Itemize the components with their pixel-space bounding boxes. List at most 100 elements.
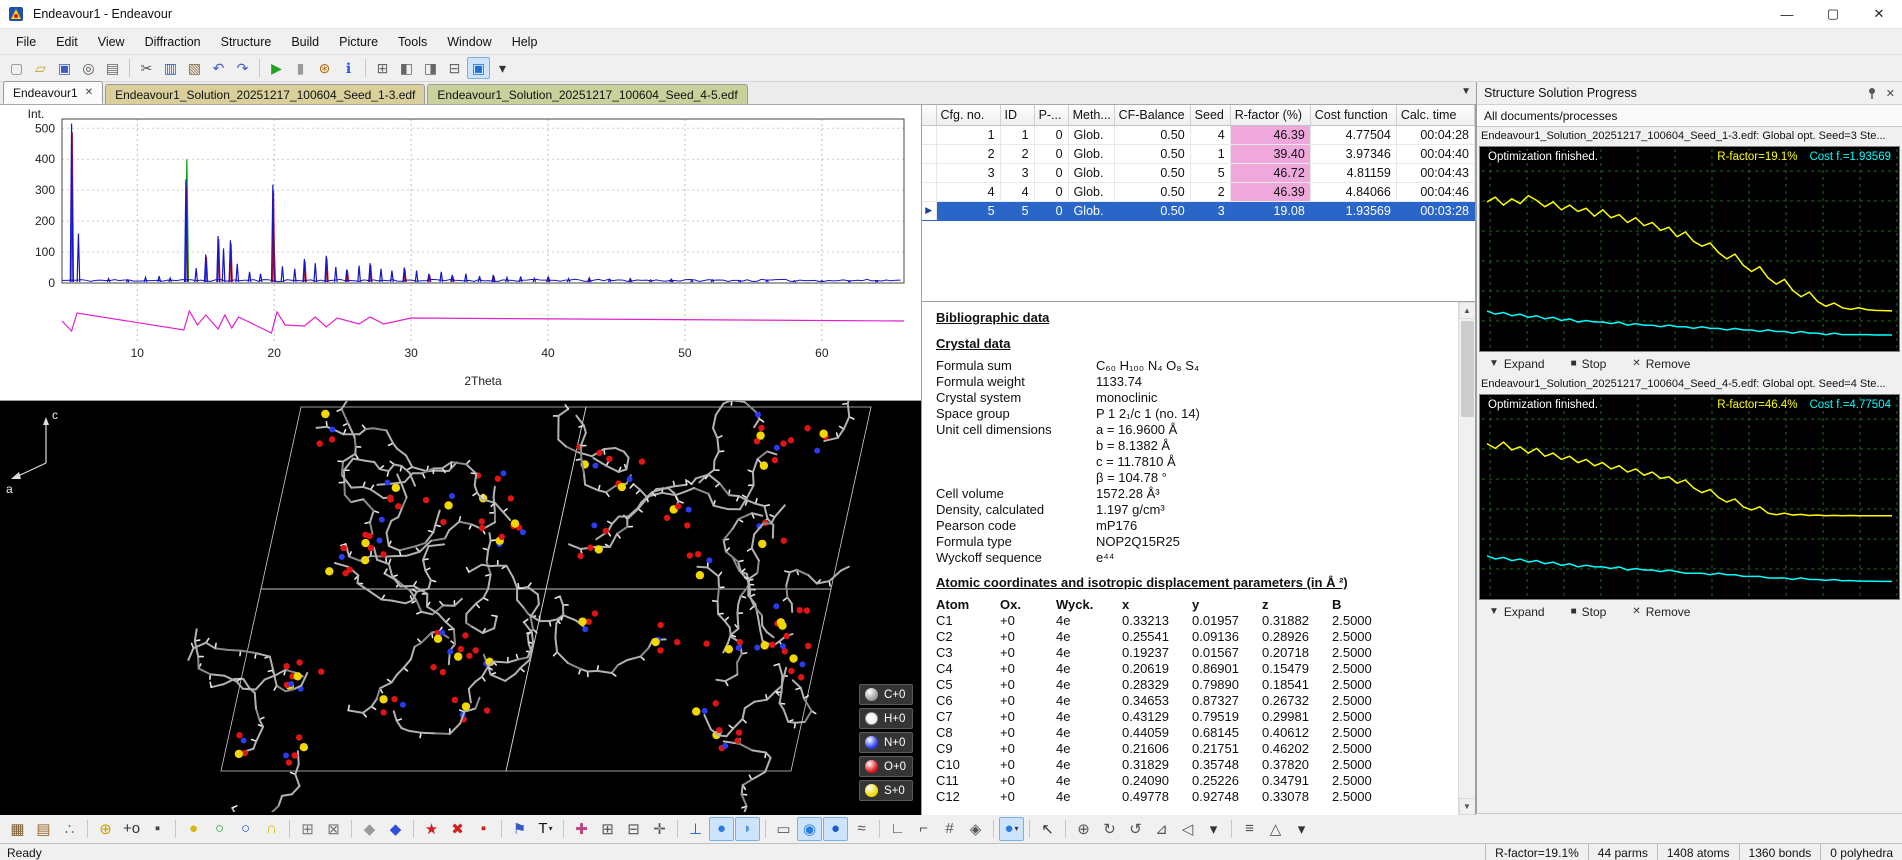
stop-button[interactable]: ■Stop — [1571, 357, 1607, 371]
legend-item-c0[interactable]: C+0 — [859, 684, 913, 705]
add-atom-icon[interactable]: +o — [119, 817, 144, 841]
tab-2[interactable]: Endeavour1_Solution_20251217_100604_Seed… — [427, 84, 747, 104]
find-icon[interactable]: ◎ — [77, 57, 100, 79]
copy-icon[interactable]: ▥ — [159, 57, 182, 79]
corner-icon[interactable]: ⌐ — [911, 817, 936, 841]
draw-options-icon[interactable]: ▾ — [1289, 817, 1314, 841]
scroll-thumb[interactable] — [1461, 321, 1474, 417]
legend-item-n0[interactable]: N+0 — [859, 732, 913, 753]
sphere2-mode-icon[interactable]: ● — [823, 817, 848, 841]
minimize-button[interactable]: — — [1764, 0, 1810, 28]
config-row-2[interactable]: 220Glob.0.50139.403.9734600:04:40 — [922, 144, 1475, 163]
unit-cell-icon[interactable]: ▦ — [5, 817, 30, 841]
polyhedron-icon[interactable]: ◆ — [357, 817, 382, 841]
spray-red-icon[interactable]: ★ — [419, 817, 444, 841]
panel-close-icon[interactable]: ✕ — [1886, 87, 1895, 100]
xrd-plot[interactable]: 1020304050600100200300400500Int.2Theta — [0, 105, 920, 400]
tab-1[interactable]: Endeavour1_Solution_20251217_100604_Seed… — [105, 84, 425, 104]
flag-icon[interactable]: ⚑ — [507, 817, 532, 841]
lattice-icon[interactable]: ⊞ — [295, 817, 320, 841]
maximize-button[interactable]: ▢ — [1810, 0, 1856, 28]
menu-window[interactable]: Window — [437, 31, 501, 53]
axes-icon[interactable]: ⊥ — [683, 817, 708, 841]
target-icon[interactable]: ◈ — [963, 817, 988, 841]
legend-item-h0[interactable]: H+0 — [859, 708, 913, 729]
scroll-down-icon[interactable]: ▼ — [1459, 798, 1476, 815]
circle-mode-icon[interactable]: ◉ — [797, 817, 822, 841]
measure-icon[interactable]: ≡ — [1237, 817, 1262, 841]
config-table[interactable]: Cfg. no.IDP-...Meth...CF-BalanceSeedR-fa… — [922, 105, 1475, 221]
layout-horizontal-icon[interactable]: ◨ — [419, 57, 442, 79]
contract-grid-icon[interactable]: ⊟ — [621, 817, 646, 841]
tab-0[interactable]: Endeavour1✕ — [3, 81, 103, 104]
text-tool-icon[interactable]: T▾ — [533, 817, 558, 841]
config-row-3[interactable]: 330Glob.0.50546.724.8115900:04:43 — [922, 163, 1475, 182]
layout-split-icon[interactable]: ◧ — [395, 57, 418, 79]
bibliographic-scrollbar[interactable]: ▲ ▼ — [1458, 302, 1475, 815]
tab-close-icon[interactable]: ✕ — [85, 87, 93, 98]
print-icon[interactable]: ▤ — [101, 57, 124, 79]
angle-bracket-icon[interactable]: ∟ — [885, 817, 910, 841]
pin-icon[interactable] — [1866, 87, 1878, 99]
packing-icon[interactable]: ▤ — [31, 817, 56, 841]
delete-atom-icon[interactable]: ▪ — [145, 817, 170, 841]
menu-structure[interactable]: Structure — [211, 31, 282, 53]
stop-button[interactable]: ■Stop — [1571, 605, 1607, 619]
close-button[interactable]: ✕ — [1856, 0, 1902, 28]
menu-view[interactable]: View — [88, 31, 135, 53]
constrain-icon[interactable]: ◁ — [1175, 817, 1200, 841]
paste-icon[interactable]: ▧ — [183, 57, 206, 79]
layout-single-icon[interactable]: ⊞ — [371, 57, 394, 79]
pause-icon[interactable]: ▮ — [289, 57, 312, 79]
process-filter-dropdown[interactable]: All documents/processes — [1477, 105, 1902, 127]
hash-icon[interactable]: # — [937, 817, 962, 841]
atom-sphere-icon[interactable]: ● — [181, 817, 206, 841]
pointer-icon[interactable]: ↖ — [1035, 817, 1060, 841]
menu-build[interactable]: Build — [281, 31, 329, 53]
expand-grid-icon[interactable]: ⊞ — [595, 817, 620, 841]
waves-icon[interactable]: ≈ — [849, 817, 874, 841]
rotate-cw-icon[interactable]: ↻ — [1097, 817, 1122, 841]
config-row-1[interactable]: 110Glob.0.50446.394.7750400:04:28 — [922, 125, 1475, 144]
molecule-chain-icon[interactable]: ∴ — [57, 817, 82, 841]
fit-view-icon[interactable]: ⊿ — [1149, 817, 1174, 841]
wizard-icon[interactable]: ⊛ — [313, 57, 336, 79]
expand-button[interactable]: ▼Expand — [1489, 605, 1545, 619]
polyhedron-blue-icon[interactable]: ◆ — [383, 817, 408, 841]
network-icon[interactable]: ⊠ — [321, 817, 346, 841]
diffraction-pattern-panel[interactable]: 1020304050600100200300400500Int.2Theta — [0, 105, 921, 401]
scroll-up-icon[interactable]: ▲ — [1459, 302, 1476, 319]
cut-icon[interactable]: ✂ — [135, 57, 158, 79]
add-molecules-icon[interactable]: ⊕ — [93, 817, 118, 841]
config-row-5[interactable]: ▶550Glob.0.50319.081.9356900:03:28 — [922, 201, 1475, 220]
tab-list-dropdown-icon[interactable]: ▼ — [1461, 86, 1471, 97]
dot-red-icon[interactable]: ▪ — [471, 817, 496, 841]
info-icon[interactable]: ℹ — [337, 57, 360, 79]
legend-item-o0[interactable]: O+0 — [859, 756, 913, 777]
remove-button[interactable]: ✕Remove — [1632, 357, 1690, 371]
config-row-4[interactable]: 440Glob.0.50246.394.8406600:04:46 — [922, 182, 1475, 201]
ring-green-icon[interactable]: ○ — [207, 817, 232, 841]
menu-help[interactable]: Help — [502, 31, 548, 53]
progress-chart-2[interactable]: Optimization finished. R-factor=46.4% Co… — [1479, 394, 1900, 600]
render-mode-icon[interactable]: ●▾ — [999, 817, 1024, 841]
ring-blue-icon[interactable]: ○ — [233, 817, 258, 841]
save-icon[interactable]: ▣ — [53, 57, 76, 79]
view-options-icon[interactable]: ▾ — [1201, 817, 1226, 841]
decorate-icon[interactable]: ✚ — [569, 817, 594, 841]
toolbar-options-icon[interactable]: ▾ — [491, 57, 514, 79]
arc-yellow-icon[interactable]: ∩ — [259, 817, 284, 841]
progress-chart-1[interactable]: Optimization finished. R-factor=19.1% Co… — [1479, 146, 1900, 352]
sphere-mode-icon[interactable]: ● — [709, 817, 734, 841]
triangle-icon[interactable]: △ — [1263, 817, 1288, 841]
rotate-ccw-icon[interactable]: ↺ — [1123, 817, 1148, 841]
undo-icon[interactable]: ↶ — [207, 57, 230, 79]
menu-file[interactable]: File — [6, 31, 46, 53]
menu-picture[interactable]: Picture — [329, 31, 388, 53]
new-icon[interactable]: ▢ — [5, 57, 28, 79]
cloud-mode-icon[interactable]: ◗ — [735, 817, 760, 841]
menu-tools[interactable]: Tools — [388, 31, 437, 53]
menu-edit[interactable]: Edit — [46, 31, 88, 53]
redo-icon[interactable]: ↷ — [231, 57, 254, 79]
remove-button[interactable]: ✕Remove — [1632, 605, 1690, 619]
